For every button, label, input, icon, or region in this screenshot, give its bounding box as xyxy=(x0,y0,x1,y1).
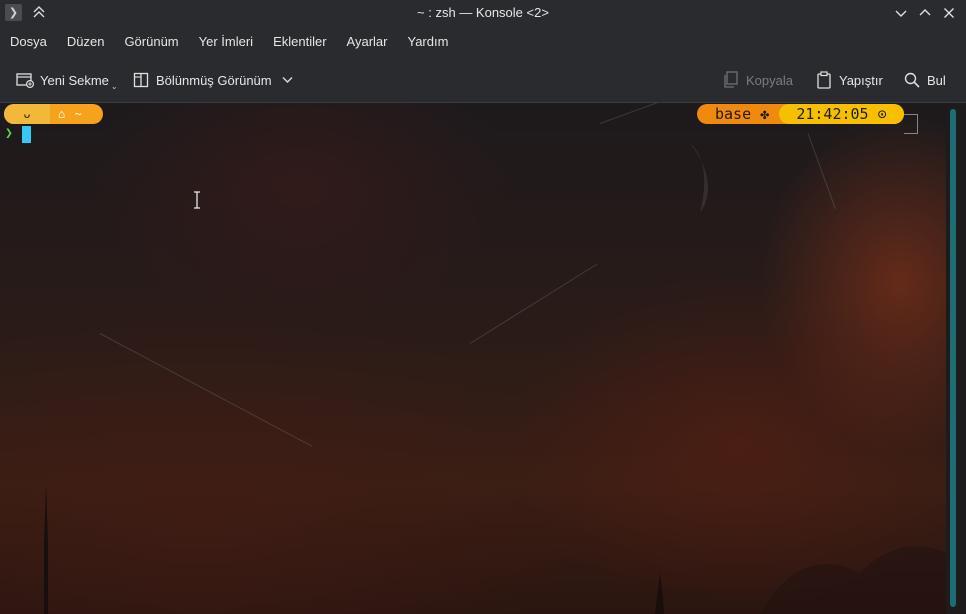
terminal-cursor xyxy=(22,126,31,143)
find-button[interactable]: Bul xyxy=(903,68,946,92)
menu-yer-imleri[interactable]: Yer İmleri xyxy=(189,29,263,55)
home-icon: ⌂ xyxy=(58,107,67,121)
prompt-symbol: ❯ xyxy=(5,126,13,141)
minimize-icon xyxy=(895,10,907,17)
chevron-down-icon[interactable] xyxy=(282,76,293,84)
new-tab-button[interactable]: Yeni Sekme ⌄ xyxy=(16,68,118,92)
new-tab-icon xyxy=(16,71,34,89)
close-icon xyxy=(944,8,954,18)
title-bar: ❯ ~ : zsh — Konsole <2> xyxy=(0,0,966,26)
clock-icon: ⊙ xyxy=(877,105,887,123)
conda-env-icon: ✤ xyxy=(760,105,770,123)
background-silhouettes xyxy=(44,143,946,614)
split-view-button[interactable]: Bölünmüş Görünüm xyxy=(132,68,293,92)
menu-dosya[interactable]: Dosya xyxy=(0,29,57,55)
minimize-button[interactable] xyxy=(891,3,911,23)
paste-label: Yapıştır xyxy=(839,72,883,88)
mouse-ibeam-icon xyxy=(194,191,200,209)
menu-yardim[interactable]: Yardım xyxy=(398,29,459,55)
prompt-path: ⌂ ~ xyxy=(50,107,83,121)
paste-icon xyxy=(815,71,833,89)
prompt-left-segment: ᴗ ⌂ ~ xyxy=(4,104,103,124)
scrollbar-thumb[interactable] xyxy=(950,109,956,607)
background-outline xyxy=(904,114,918,134)
copy-button[interactable]: Kopyala xyxy=(722,68,793,92)
prompt-right-segment: base ✤ 21:42:05 ⊙ xyxy=(697,104,904,124)
maximize-button[interactable] xyxy=(915,3,935,23)
split-view-icon xyxy=(132,71,150,89)
split-view-label: Bölünmüş Görünüm xyxy=(156,72,272,88)
conda-env-name: base xyxy=(715,105,752,123)
terminal-area[interactable] xyxy=(0,103,946,614)
menu-ayarlar[interactable]: Ayarlar xyxy=(337,29,398,55)
paste-button[interactable]: Yapıştır xyxy=(815,68,883,92)
copy-icon xyxy=(722,71,740,89)
menu-duzen[interactable]: Düzen xyxy=(57,29,115,55)
menu-gorunum[interactable]: Görünüm xyxy=(114,29,188,55)
maximize-icon xyxy=(919,9,931,16)
close-button[interactable] xyxy=(939,3,959,23)
menu-bar: Dosya Düzen Görünüm Yer İmleri Eklentile… xyxy=(0,26,966,58)
prompt-path-text: ~ xyxy=(74,107,83,121)
os-icon: ᴗ xyxy=(4,104,50,124)
prompt-time: 21:42:05 ⊙ xyxy=(779,104,904,124)
new-tab-dropdown-icon[interactable]: ⌄ xyxy=(111,82,118,91)
scrollbar[interactable] xyxy=(946,103,966,614)
new-tab-label: Yeni Sekme xyxy=(40,72,109,88)
search-icon xyxy=(903,71,921,89)
prompt-time-text: 21:42:05 xyxy=(796,105,869,123)
copy-label: Kopyala xyxy=(746,72,793,88)
find-label: Bul xyxy=(927,72,946,88)
menu-eklentiler[interactable]: Eklentiler xyxy=(263,29,336,55)
toolbar: Yeni Sekme ⌄ Bölünmüş Görünüm Kopyala Ya… xyxy=(0,58,966,103)
window-title: ~ : zsh — Konsole <2> xyxy=(417,5,549,20)
